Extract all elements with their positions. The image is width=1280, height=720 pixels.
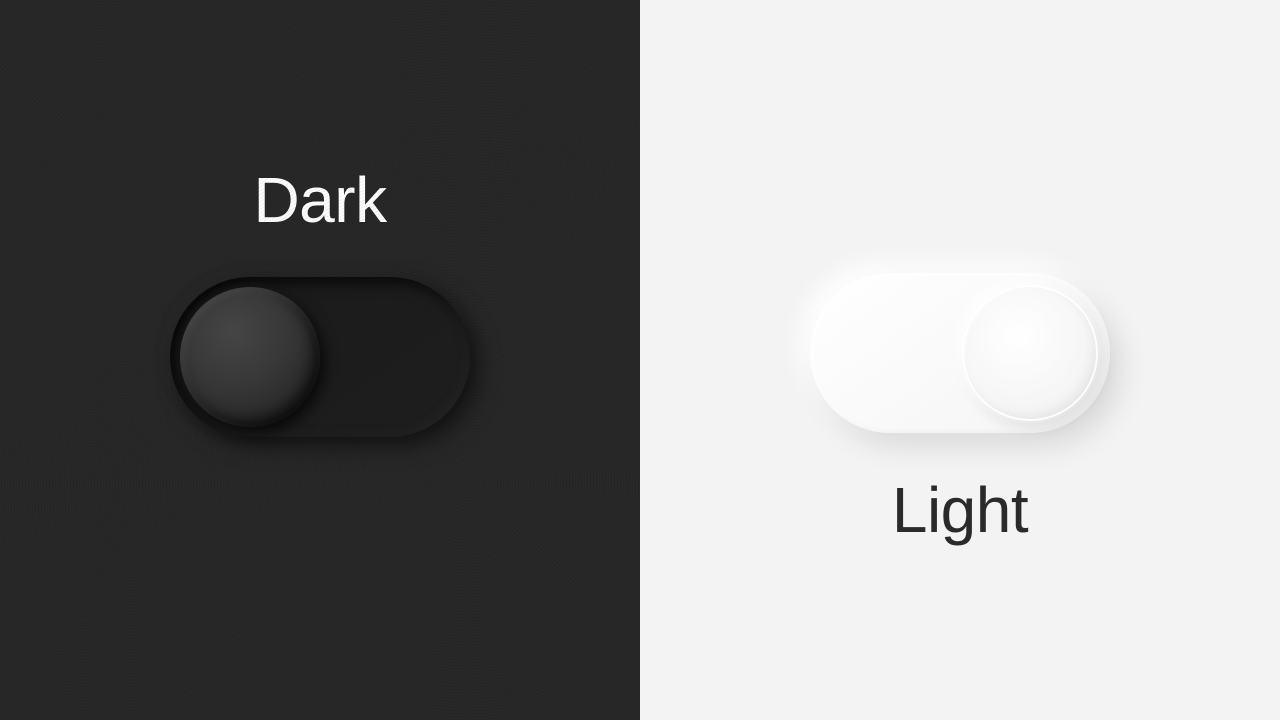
dark-theme-panel: Dark (0, 0, 640, 720)
light-mode-toggle[interactable] (810, 273, 1110, 433)
light-theme-panel: Light (640, 0, 1280, 720)
dark-mode-toggle[interactable] (170, 277, 470, 437)
dark-label: Dark (253, 163, 386, 237)
toggle-knob-icon (960, 283, 1100, 423)
toggle-knob-icon (180, 287, 320, 427)
light-label: Light (892, 473, 1028, 547)
